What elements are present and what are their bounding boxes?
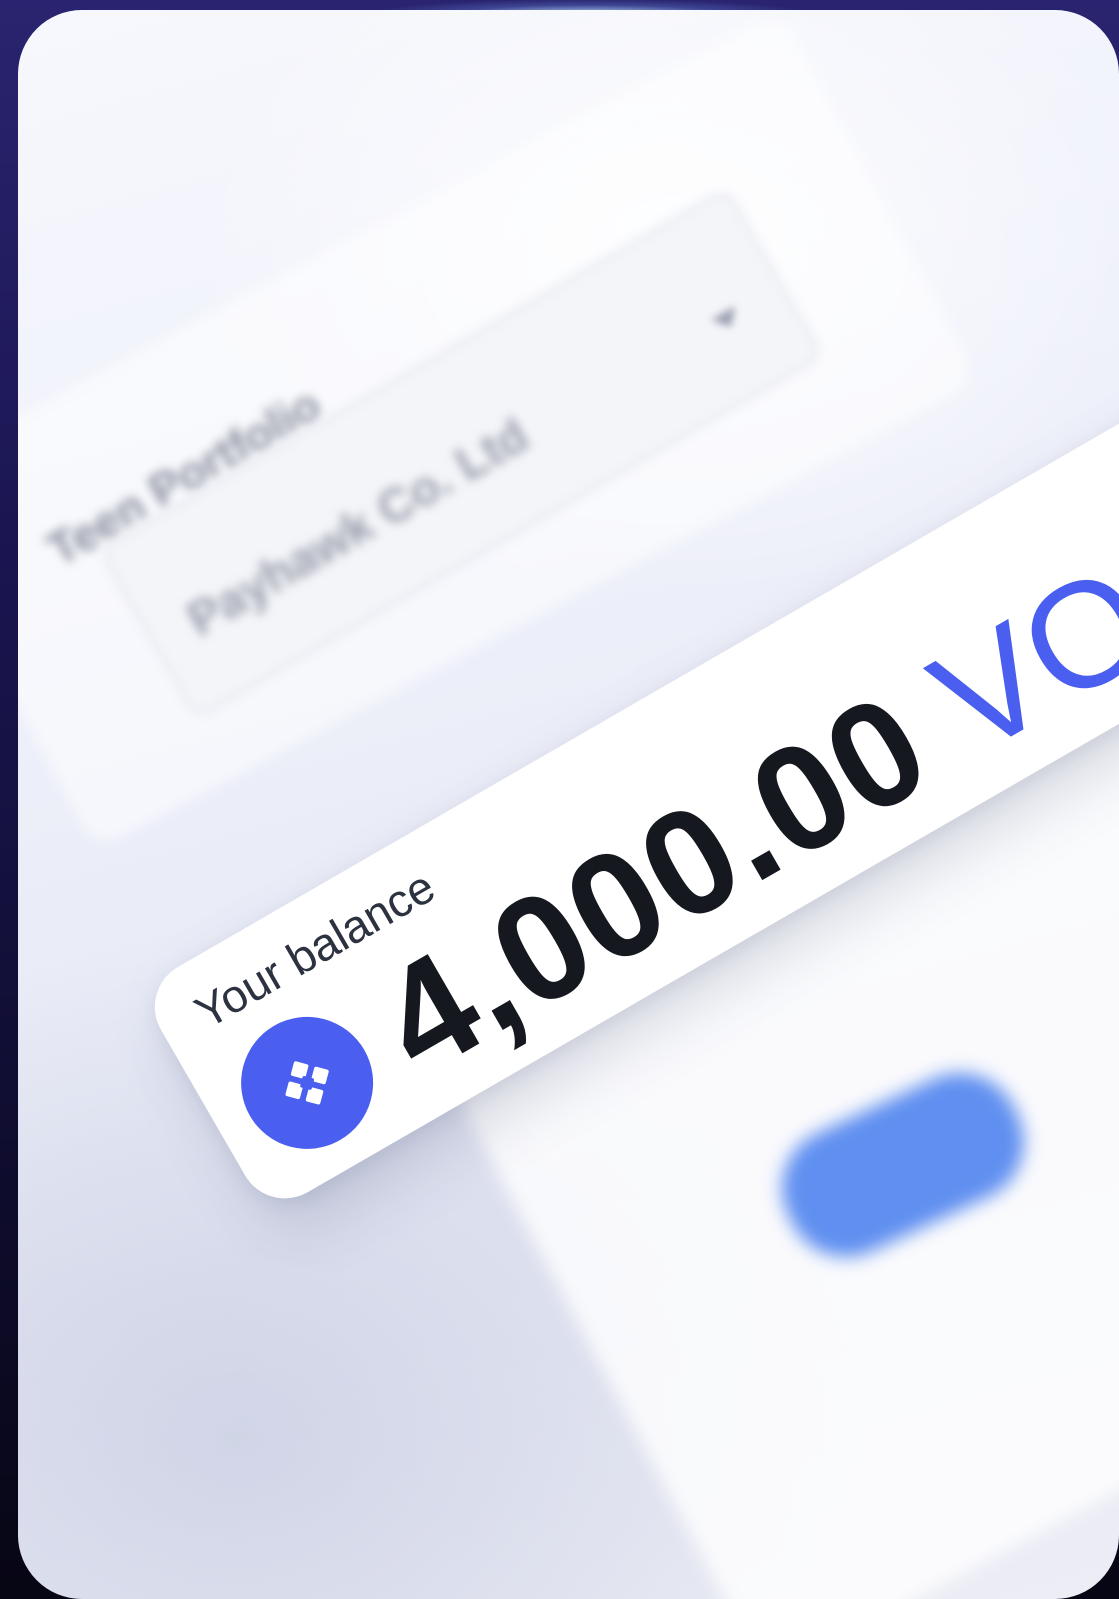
- balance-currency: VOL: [905, 490, 1119, 786]
- device-frame: Teen Portfolio Payhawk Co. Ltd Your bala…: [18, 10, 1119, 1599]
- token-logo-glyph: [285, 1061, 329, 1105]
